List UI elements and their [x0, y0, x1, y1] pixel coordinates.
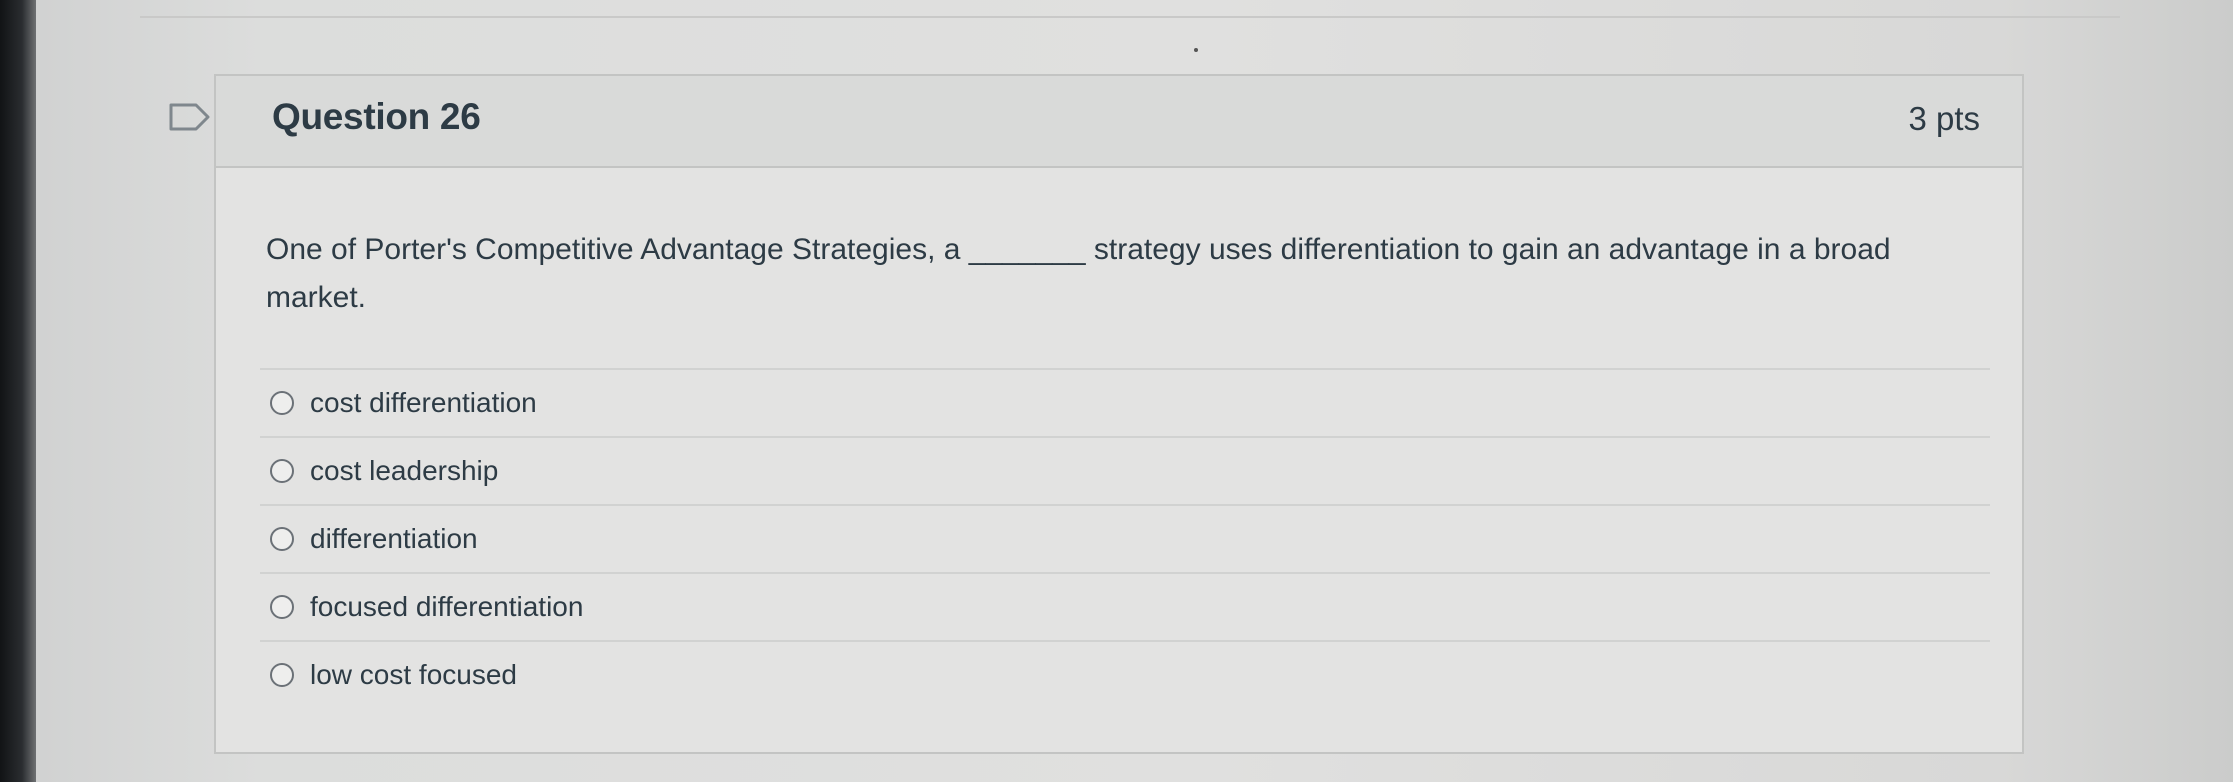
answer-label: cost leadership — [310, 455, 499, 486]
answer-label: focused differentiation — [310, 591, 584, 622]
radio-button-icon[interactable] — [270, 391, 294, 415]
radio-button-icon[interactable] — [270, 663, 294, 687]
screen-bezel — [0, 0, 36, 782]
answer-option[interactable]: focused differentiation — [260, 572, 1990, 640]
radio-button-icon[interactable] — [270, 527, 294, 551]
answer-label: cost differentiation — [310, 387, 537, 418]
answer-list: cost differentiation cost leadership dif… — [260, 368, 1990, 708]
answer-option[interactable]: differentiation — [260, 504, 1990, 572]
screen-dust-mark — [1194, 48, 1198, 52]
answer-label: differentiation — [310, 523, 478, 554]
answer-option[interactable]: cost differentiation — [260, 368, 1990, 436]
question-text: One of Porter's Competitive Advantage St… — [266, 233, 1891, 314]
question-header: Question 26 3 pts — [216, 76, 2022, 168]
answer-label: low cost focused — [310, 659, 517, 690]
answer-option[interactable]: low cost focused — [260, 640, 1990, 708]
top-divider — [140, 16, 2120, 18]
radio-button-icon[interactable] — [270, 595, 294, 619]
question-card: Question 26 3 pts One of Porter's Compet… — [214, 74, 2024, 754]
radio-button-icon[interactable] — [270, 459, 294, 483]
flag-question-icon[interactable] — [168, 102, 212, 132]
question-title: Question 26 — [272, 96, 481, 137]
question-points: 3 pts — [1908, 100, 1980, 137]
answer-option[interactable]: cost leadership — [260, 436, 1990, 504]
